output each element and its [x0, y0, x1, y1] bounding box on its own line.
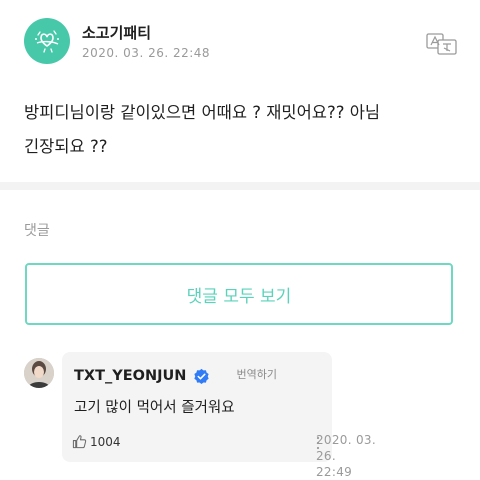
section-divider — [0, 182, 480, 190]
doodle-logo-icon — [35, 30, 59, 53]
like-button[interactable]: 1004 — [72, 434, 121, 449]
like-count: 1004 — [90, 434, 121, 449]
comment-timestamp: 2020. 03. 26. 22:49 — [316, 432, 386, 480]
comment-author-name[interactable]: TXT_YEONJUN — [74, 368, 186, 384]
comment-item: TXT_YEONJUN 번역하기 고기 많이 먹어서 즐거워요 1004 202… — [24, 352, 460, 479]
post-body-line-2: 긴장되요 ?? — [24, 137, 108, 156]
comment-timestamp-date: 2020. 03. 26. — [316, 433, 376, 463]
view-all-comments-button[interactable]: 댓글 모두 보기 — [25, 263, 453, 325]
comment-bubble: TXT_YEONJUN 번역하기 고기 많이 먹어서 즐거워요 1004 — [62, 352, 332, 462]
post-body: 방피디님이랑 같이있으면 어때요 ? 재밋어요?? 아님 긴장되요 ?? — [24, 96, 460, 164]
thumbs-up-icon — [72, 435, 87, 449]
person-avatar-icon — [24, 358, 54, 388]
comments-label: 댓글 — [24, 223, 50, 239]
commenter-avatar[interactable] — [24, 358, 54, 388]
comment-text: 고기 많이 먹어서 즐거워요 — [74, 400, 235, 416]
translate-comment-link[interactable]: 번역하기 — [237, 366, 277, 382]
post-author-name[interactable]: 소고기패티 — [82, 22, 151, 43]
verified-badge-icon — [194, 368, 209, 384]
post-author-avatar[interactable] — [24, 18, 70, 64]
post-header: 소고기패티 2020. 03. 26. 22:48 — [24, 18, 460, 68]
post-timestamp: 2020. 03. 26. 22:48 — [82, 46, 211, 60]
post-body-line-1: 방피디님이랑 같이있으면 어때요 ? 재밋어요?? 아님 — [24, 103, 381, 122]
translate-icon[interactable] — [426, 32, 458, 56]
comment-timestamp-time: 22:49 — [316, 465, 353, 479]
